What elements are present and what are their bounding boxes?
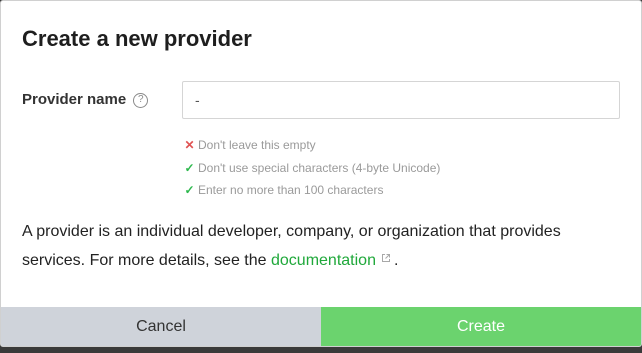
check-icon: ✓	[184, 160, 195, 175]
external-link-icon	[381, 245, 391, 272]
rule-not-empty: ✕ Don't leave this empty	[184, 134, 440, 157]
rule-text: Enter no more than 100 characters	[198, 183, 384, 198]
documentation-link[interactable]: documentation	[271, 252, 376, 269]
provider-description: A provider is an individual developer, c…	[22, 218, 622, 274]
x-icon: ✕	[184, 138, 195, 153]
check-icon: ✓	[184, 183, 195, 198]
create-provider-dialog: Create a new provider Provider name ? ✕ …	[0, 0, 642, 347]
dialog-title: Create a new provider	[22, 26, 252, 51]
rule-text: Don't use special characters (4-byte Uni…	[198, 160, 441, 175]
description-period: .	[393, 252, 399, 269]
rule-text: Don't leave this empty	[198, 138, 316, 153]
rule-max-length: ✓ Enter no more than 100 characters	[184, 179, 440, 202]
question-circle-icon[interactable]: ?	[133, 92, 149, 108]
provider-name-label: Provider name ?	[22, 90, 149, 110]
rule-no-special-characters: ✓ Don't use special characters (4-byte U…	[184, 157, 440, 180]
create-button[interactable]: Create	[321, 307, 641, 346]
provider-name-input[interactable]	[182, 81, 620, 119]
cancel-button[interactable]: Cancel	[1, 307, 321, 346]
provider-name-label-text: Provider name	[22, 91, 127, 108]
validation-rules: ✕ Don't leave this empty ✓ Don't use spe…	[184, 134, 440, 202]
dialog-footer: Cancel Create	[1, 307, 641, 346]
